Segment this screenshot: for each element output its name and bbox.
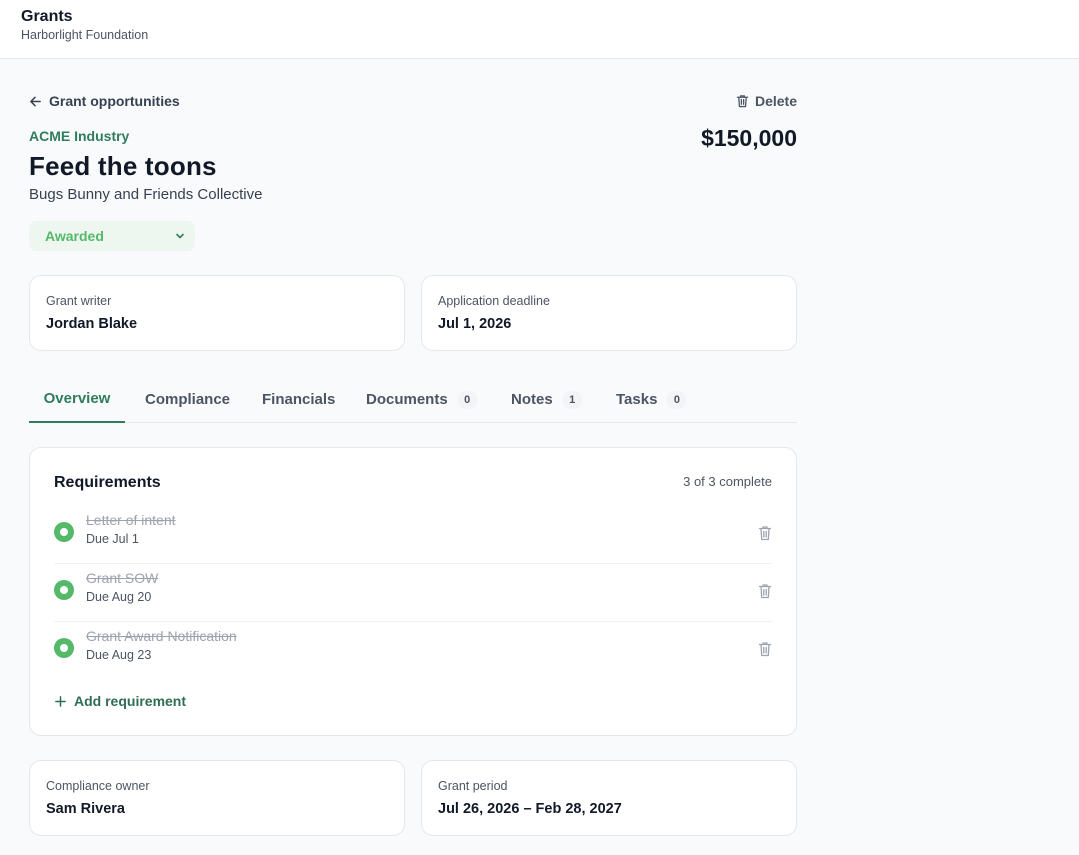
add-requirement-label: Add requirement xyxy=(74,693,187,709)
application-deadline-card[interactable]: Application deadline Jul 1, 2026 xyxy=(421,275,797,351)
requirement-row: Grant SOW Due Aug 20 xyxy=(54,564,772,622)
trash-icon[interactable] xyxy=(758,525,772,541)
requirements-summary: 3 of 3 complete xyxy=(683,474,772,489)
tab-label: Notes xyxy=(511,391,553,408)
tab-tasks[interactable]: Tasks 0 xyxy=(616,376,688,423)
check-circle-icon[interactable] xyxy=(54,638,74,658)
tab-label: Financials xyxy=(262,391,336,408)
status-value: Awarded xyxy=(45,228,104,244)
compliance-owner-value: Sam Rivera xyxy=(46,801,125,817)
trash-icon[interactable] xyxy=(758,641,772,657)
tab-compliance[interactable]: Compliance xyxy=(145,376,230,423)
application-deadline-label: Application deadline xyxy=(438,294,550,308)
tab-notes[interactable]: Notes 1 xyxy=(511,376,583,423)
requirement-due-date: Due Jul 1 xyxy=(86,532,139,546)
tab-count-badge: 0 xyxy=(456,390,478,409)
tab-count-badge: 1 xyxy=(561,390,583,409)
grant-period-label: Grant period xyxy=(438,779,508,793)
grant-writer-card[interactable]: Grant writer Jordan Blake xyxy=(29,275,405,351)
requirement-row: Letter of intent Due Jul 1 xyxy=(54,506,772,564)
check-circle-icon[interactable] xyxy=(54,580,74,600)
grant-title: Feed the toons xyxy=(29,151,217,181)
requirement-name[interactable]: Grant SOW xyxy=(86,570,158,586)
requirements-title: Requirements xyxy=(54,474,161,491)
add-requirement-button[interactable]: Add requirement xyxy=(54,691,186,711)
compliance-owner-card[interactable]: Compliance owner Sam Rivera xyxy=(29,760,405,836)
chevron-down-icon xyxy=(176,233,184,239)
tab-count-badge: 0 xyxy=(666,390,688,409)
requirement-due-date: Due Aug 20 xyxy=(86,590,152,604)
tab-label: Compliance xyxy=(145,391,231,408)
arrow-left-icon xyxy=(30,96,41,106)
grant-writer-label: Grant writer xyxy=(46,294,112,308)
delete-label: Delete xyxy=(754,93,797,109)
back-link-label: Grant opportunities xyxy=(49,93,180,109)
grant-writer-value: Jordan Blake xyxy=(46,316,138,332)
grantee-name: Bugs Bunny and Friends Collective xyxy=(29,186,263,203)
grant-period-card[interactable]: Grant period Jul 26, 2026 – Feb 28, 2027 xyxy=(421,760,797,836)
top-bar: Grants Harborlight Foundation xyxy=(0,0,1079,59)
application-deadline-value: Jul 1, 2026 xyxy=(438,316,512,332)
requirement-name[interactable]: Letter of intent xyxy=(86,512,176,528)
requirements-card: Requirements 3 of 3 complete Letter of i… xyxy=(29,447,797,736)
back-to-grant-opportunities-link[interactable]: Grant opportunities xyxy=(29,91,180,111)
requirement-row: Grant Award Notification Due Aug 23 xyxy=(54,622,772,680)
tab-overview[interactable]: Overview xyxy=(29,376,125,423)
plus-icon xyxy=(55,695,66,707)
funder-name[interactable]: ACME Industry xyxy=(29,128,129,144)
requirement-name[interactable]: Grant Award Notification xyxy=(86,628,237,644)
tab-bar: Overview Compliance Financials Documents… xyxy=(29,376,797,423)
trash-icon xyxy=(736,95,749,108)
check-circle-icon[interactable] xyxy=(54,522,74,542)
app-title: Grants xyxy=(21,8,73,25)
grant-amount: $150,000 xyxy=(701,125,797,151)
tab-documents[interactable]: Documents 0 xyxy=(366,376,478,423)
compliance-owner-label: Compliance owner xyxy=(46,779,150,793)
grant-period-value: Jul 26, 2026 – Feb 28, 2027 xyxy=(438,801,622,817)
tab-label: Documents xyxy=(366,391,448,408)
tab-label: Overview xyxy=(43,390,111,407)
tab-label: Tasks xyxy=(616,391,658,408)
organization-name: Harborlight Foundation xyxy=(21,28,149,42)
trash-icon[interactable] xyxy=(758,583,772,599)
status-select[interactable]: Awarded xyxy=(29,221,195,251)
tab-financials[interactable]: Financials xyxy=(262,376,335,423)
delete-button[interactable]: Delete xyxy=(736,91,797,111)
requirement-due-date: Due Aug 23 xyxy=(86,648,152,662)
